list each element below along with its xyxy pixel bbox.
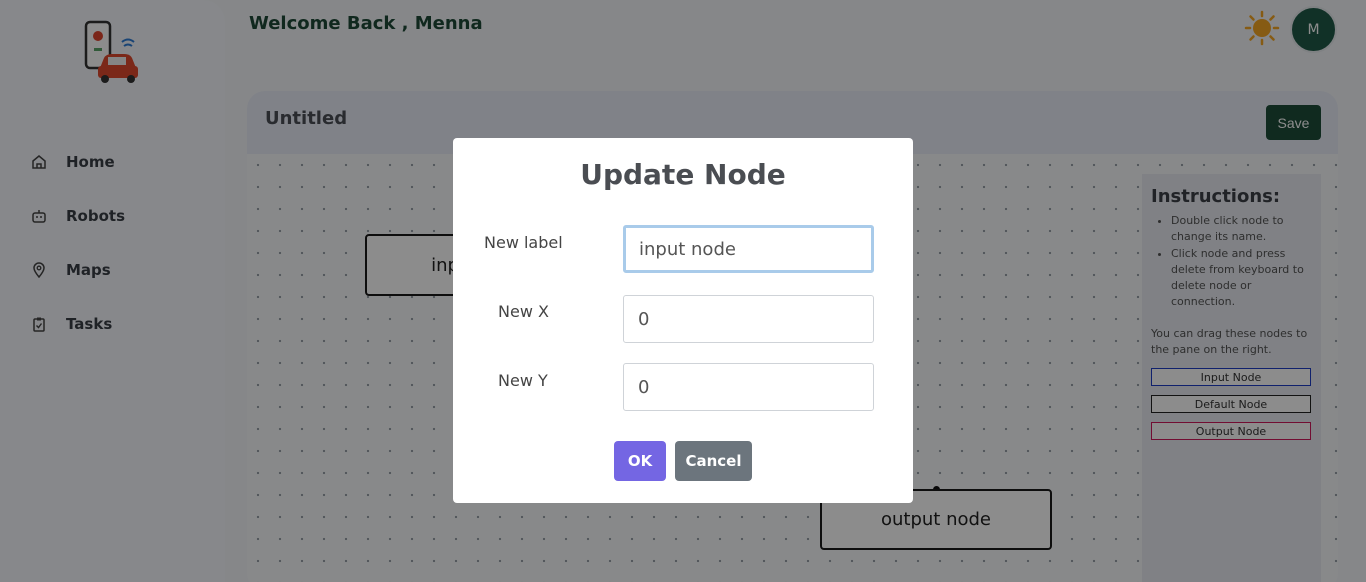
ok-button[interactable]: OK bbox=[614, 441, 666, 481]
new-label-input[interactable]: input node bbox=[623, 225, 874, 273]
new-label-label: New label bbox=[484, 233, 563, 252]
update-node-dialog: Update Node New label input node New X 0… bbox=[453, 138, 913, 503]
new-x-label: New X bbox=[498, 302, 549, 321]
new-x-input[interactable]: 0 bbox=[623, 295, 874, 343]
dialog-title: Update Node bbox=[580, 158, 786, 191]
cancel-button[interactable]: Cancel bbox=[675, 441, 752, 481]
new-y-input[interactable]: 0 bbox=[623, 363, 874, 411]
new-y-label: New Y bbox=[498, 371, 548, 390]
